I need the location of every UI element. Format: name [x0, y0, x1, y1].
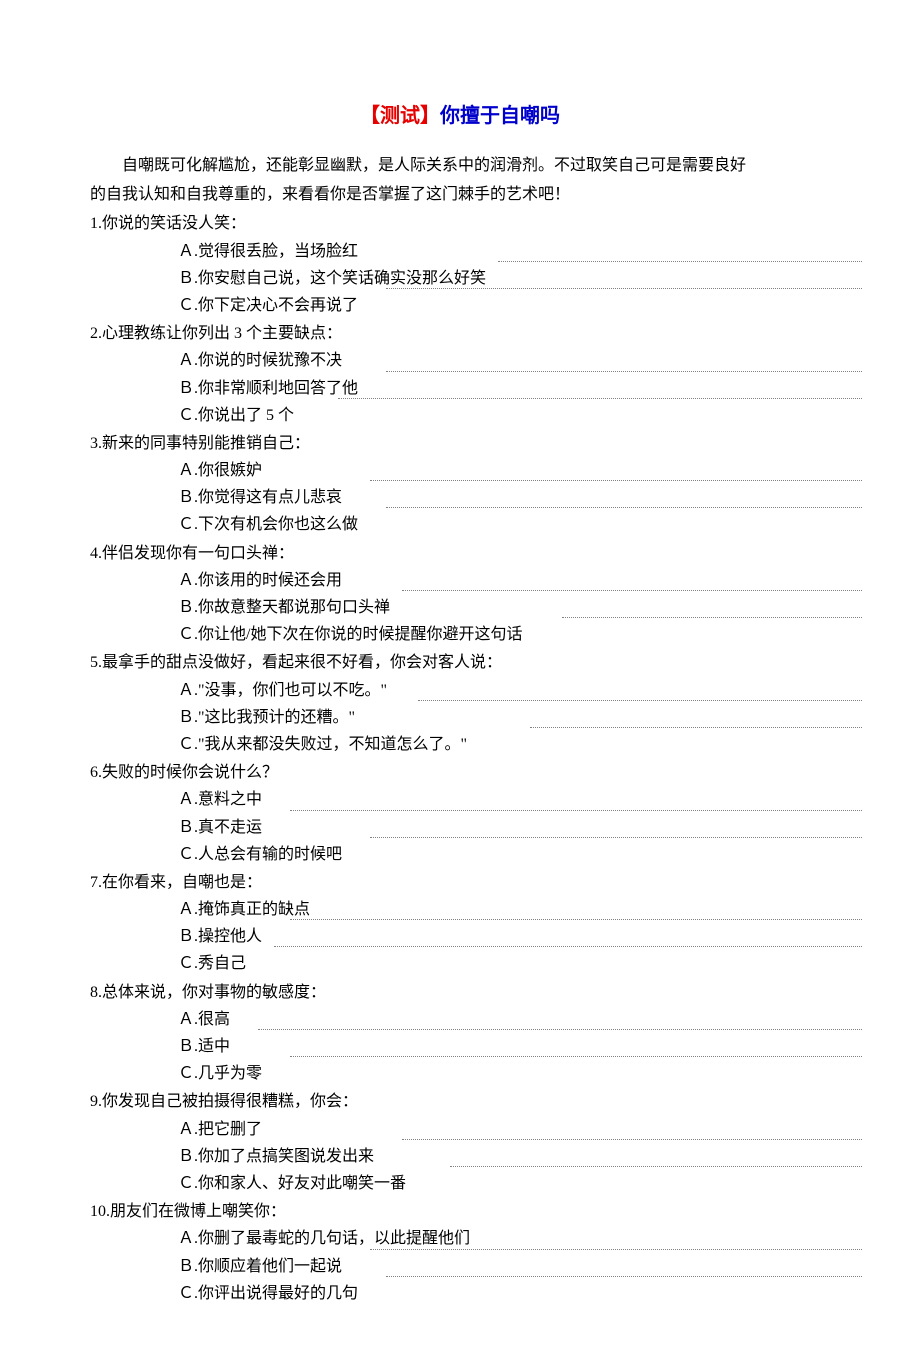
- option-a: Ａ.你该用的时候还会用: [178, 567, 830, 594]
- option-a: Ａ.意料之中: [178, 786, 830, 813]
- question-text: 2.心理教练让你列出 3 个主要缺点：: [90, 320, 830, 347]
- option-b: Ｂ.操控他人: [178, 923, 830, 950]
- option-b: Ｂ.你安慰自己说，这个笑话确实没那么好笑: [178, 265, 830, 292]
- title-main: 你擅于自嘲吗: [440, 105, 560, 127]
- intro-paragraph-line1: 自嘲既可化解尴尬，还能彰显幽默，是人际关系中的润滑剂。不过取笑自己可是需要良好: [90, 152, 830, 179]
- question-text: 8.总体来说，你对事物的敏感度：: [90, 979, 830, 1006]
- option-a: Ａ.你说的时候犹豫不决: [178, 347, 830, 374]
- question-text: 3.新来的同事特别能推销自己：: [90, 430, 830, 457]
- option-c: Ｃ.你和家人、好友对此嘲笑一番: [178, 1170, 830, 1197]
- question-block: 1.你说的笑话没人笑： Ａ.觉得很丢脸，当场脸红 Ｂ.你安慰自己说，这个笑话确实…: [90, 210, 830, 319]
- intro-paragraph-line2: 的自我认知和自我尊重的，来看看你是否掌握了这门棘手的艺术吧！: [90, 181, 830, 208]
- question-block: 10.朋友们在微博上嘲笑你： Ａ.你删了最毒蛇的几句话，以此提醒他们 Ｂ.你顺应…: [90, 1198, 830, 1307]
- question-text: 5.最拿手的甜点没做好，看起来很不好看，你会对客人说：: [90, 649, 830, 676]
- option-b: Ｂ."这比我预计的还糟。": [178, 704, 830, 731]
- question-block: 8.总体来说，你对事物的敏感度： Ａ.很高 Ｂ.适中 Ｃ.几乎为零: [90, 979, 830, 1088]
- option-c: Ｃ.你下定决心不会再说了: [178, 292, 830, 319]
- option-b: Ｂ.适中: [178, 1033, 830, 1060]
- option-b: Ｂ.你故意整天都说那句口头禅: [178, 594, 830, 621]
- option-c: Ｃ."我从来都没失败过，不知道怎么了。": [178, 731, 830, 758]
- option-b: Ｂ.真不走运: [178, 814, 830, 841]
- question-text: 10.朋友们在微博上嘲笑你：: [90, 1198, 830, 1225]
- title-prefix: 【测试】: [360, 105, 440, 127]
- option-c: Ｃ.你让他/她下次在你说的时候提醒你避开这句话: [178, 621, 830, 648]
- question-block: 4.伴侣发现你有一句口头禅： Ａ.你该用的时候还会用 Ｂ.你故意整天都说那句口头…: [90, 540, 830, 649]
- question-text: 7.在你看来，自嘲也是：: [90, 869, 830, 896]
- document-title: 【测试】你擅于自嘲吗: [90, 100, 830, 132]
- question-text: 6.失败的时候你会说什么？: [90, 759, 830, 786]
- option-c: Ｃ.几乎为零: [178, 1060, 830, 1087]
- question-text: 1.你说的笑话没人笑：: [90, 210, 830, 237]
- option-a: Ａ.很高: [178, 1006, 830, 1033]
- question-block: 2.心理教练让你列出 3 个主要缺点： Ａ.你说的时候犹豫不决 Ｂ.你非常顺利地…: [90, 320, 830, 429]
- question-block: 6.失败的时候你会说什么？ Ａ.意料之中 Ｂ.真不走运 Ｃ.人总会有输的时候吧: [90, 759, 830, 868]
- option-c: Ｃ.下次有机会你也这么做: [178, 511, 830, 538]
- option-c: Ｃ.秀自己: [178, 950, 830, 977]
- question-text: 9.你发现自己被拍摄得很糟糕，你会：: [90, 1088, 830, 1115]
- question-block: 7.在你看来，自嘲也是： Ａ.掩饰真正的缺点 Ｂ.操控他人 Ｃ.秀自己: [90, 869, 830, 978]
- question-block: 9.你发现自己被拍摄得很糟糕，你会： Ａ.把它删了 Ｂ.你加了点搞笑图说发出来 …: [90, 1088, 830, 1197]
- option-b: Ｂ.你非常顺利地回答了他: [178, 375, 830, 402]
- option-a: Ａ.掩饰真正的缺点: [178, 896, 830, 923]
- option-b: Ｂ.你觉得这有点儿悲哀: [178, 484, 830, 511]
- option-a: Ａ.你很嫉妒: [178, 457, 830, 484]
- question-block: 3.新来的同事特别能推销自己： Ａ.你很嫉妒 Ｂ.你觉得这有点儿悲哀 Ｃ.下次有…: [90, 430, 830, 539]
- question-text: 4.伴侣发现你有一句口头禅：: [90, 540, 830, 567]
- option-c: Ｃ.你说出了 5 个: [178, 402, 830, 429]
- option-c: Ｃ.你评出说得最好的几句: [178, 1280, 830, 1307]
- option-c: Ｃ.人总会有输的时候吧: [178, 841, 830, 868]
- option-b: Ｂ.你加了点搞笑图说发出来: [178, 1143, 830, 1170]
- option-a: Ａ.把它删了: [178, 1116, 830, 1143]
- question-block: 5.最拿手的甜点没做好，看起来很不好看，你会对客人说： Ａ."没事，你们也可以不…: [90, 649, 830, 758]
- option-a: Ａ."没事，你们也可以不吃。": [178, 677, 830, 704]
- option-b: Ｂ.你顺应着他们一起说: [178, 1253, 830, 1280]
- option-a: Ａ.觉得很丢脸，当场脸红: [178, 238, 830, 265]
- option-a: Ａ.你删了最毒蛇的几句话，以此提醒他们: [178, 1225, 830, 1252]
